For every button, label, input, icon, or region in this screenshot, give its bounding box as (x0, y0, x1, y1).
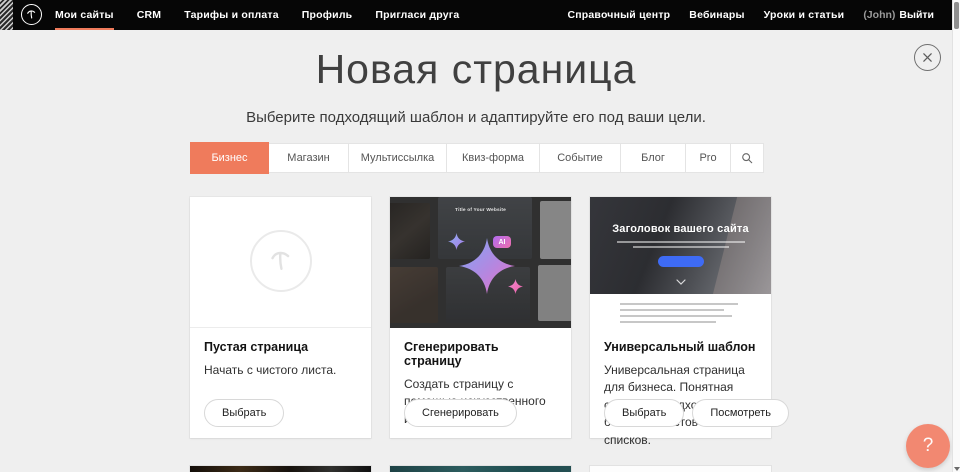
preview-hero-title: Заголовок вашего сайта (590, 223, 771, 235)
ai-badge: AI (493, 236, 511, 248)
card-description: Начать с чистого листа. (204, 362, 357, 379)
card-body: Сгенерировать страницу Создать страницу … (390, 328, 571, 438)
template-category-tabs: Бизнес Магазин Мультиссылка Квиз-форма С… (190, 143, 764, 173)
scrollbar-thumb[interactable] (954, 2, 959, 29)
card-body: Пустая страница Начать с чистого листа. … (190, 328, 371, 438)
template-card-universal[interactable]: Заголовок вашего сайта Универсальный шаб… (590, 197, 771, 438)
view-template-button[interactable]: Посмотреть (692, 399, 789, 427)
nav-crm[interactable]: CRM (137, 0, 162, 30)
template-card-blank-page[interactable]: Пустая страница Начать с чистого листа. … (190, 197, 371, 438)
choose-template-button[interactable]: Выбрать (604, 399, 684, 427)
nav-help-center[interactable]: Справочный центр (567, 0, 670, 30)
top-navigation-bar: Мои сайты CRM Тарифы и оплата Профиль Пр… (0, 0, 952, 30)
tab-shop[interactable]: Магазин (268, 143, 349, 173)
tab-search[interactable] (730, 143, 764, 173)
tilda-logo[interactable] (21, 4, 42, 25)
tab-blog[interactable]: Блог (620, 143, 686, 173)
search-icon (741, 152, 753, 164)
universal-preview: Заголовок вашего сайта (590, 197, 771, 328)
nav-tariffs[interactable]: Тарифы и оплата (184, 0, 279, 30)
chevron-down-icon (676, 279, 686, 285)
preview-text-lines (620, 303, 740, 323)
card-title: Сгенерировать страницу (404, 340, 557, 368)
template-card-partial[interactable] (190, 466, 371, 472)
vertical-scrollbar[interactable] (952, 0, 960, 472)
template-card-partial[interactable] (590, 466, 771, 472)
card-title: Универсальный шаблон (604, 340, 757, 354)
generate-button[interactable]: Сгенерировать (404, 399, 517, 427)
user-session: (John) Выйти (863, 9, 934, 21)
sparkle-pink-icon (508, 279, 523, 294)
card-title: Пустая страница (204, 340, 357, 354)
background-pattern-strip (0, 0, 13, 30)
page-subtitle: Выберите подходящий шаблон и адаптируйте… (0, 109, 952, 126)
nav-invite-friend[interactable]: Пригласи друга (375, 0, 459, 30)
nav-my-sites[interactable]: Мои сайты (55, 0, 114, 30)
template-card-partial[interactable] (390, 466, 571, 472)
secondary-nav: Справочный центр Вебинары Уроки и статьи… (567, 0, 934, 30)
card-body: Универсальный шаблон Универсальная стран… (590, 328, 771, 438)
template-card-ai-generate[interactable]: Title of Your Website AI Сгенерировать с… (390, 197, 571, 438)
tab-event[interactable]: Событие (539, 143, 621, 173)
tab-business[interactable]: Бизнес (190, 142, 269, 174)
blank-page-preview (190, 197, 371, 328)
tilda-watermark-icon (250, 230, 312, 292)
tab-multilink[interactable]: Мультиссылка (348, 143, 447, 173)
collage-caption: Title of Your Website (426, 207, 535, 212)
nav-webinars[interactable]: Вебинары (689, 0, 744, 30)
choose-blank-button[interactable]: Выбрать (204, 399, 284, 427)
new-page-modal-screen: Мои сайты CRM Тарифы и оплата Профиль Пр… (0, 0, 960, 472)
ai-preview-collage: Title of Your Website AI (390, 197, 571, 328)
scrollbar-down-arrow[interactable] (954, 467, 960, 471)
preview-hero-button (658, 256, 704, 267)
help-chat-button[interactable]: ? (906, 424, 950, 468)
nav-profile[interactable]: Профиль (302, 0, 353, 30)
tilda-logo-icon (24, 7, 39, 22)
tab-quiz-form[interactable]: Квиз-форма (446, 143, 540, 173)
tab-pro[interactable]: Pro (685, 143, 731, 173)
primary-nav: Мои сайты CRM Тарифы и оплата Профиль Пр… (55, 0, 459, 30)
user-name: (John) (863, 9, 895, 21)
preview-hero: Заголовок вашего сайта (590, 197, 771, 294)
nav-lessons[interactable]: Уроки и статьи (764, 0, 845, 30)
logout-link[interactable]: Выйти (899, 9, 934, 21)
page-title: Новая страница (0, 46, 952, 93)
